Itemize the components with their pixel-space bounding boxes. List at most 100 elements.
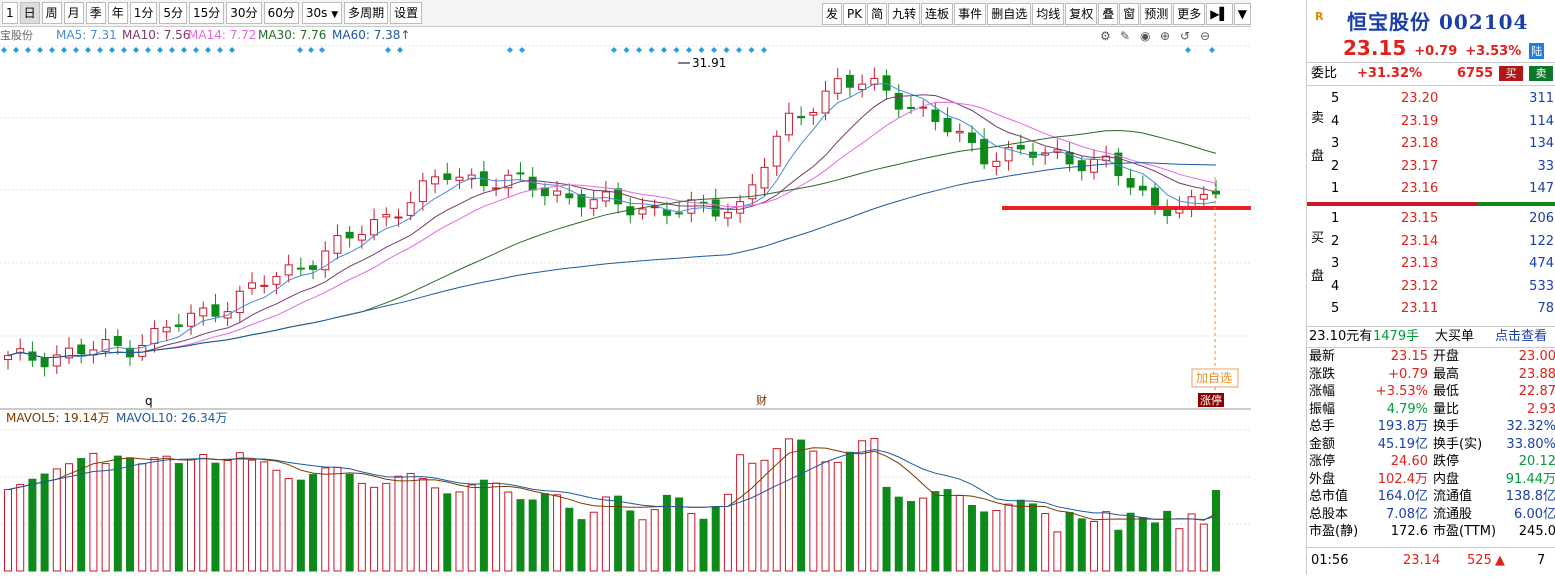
kline-chart[interactable]: 33.2927.8022.3016.7311.24328222031102X10… xyxy=(0,27,1300,575)
candle-up xyxy=(394,216,403,219)
sell-row[interactable]: 4 23.19 114 xyxy=(1307,113,1555,131)
event-marker-icon xyxy=(133,47,139,53)
sell-row[interactable]: 1 23.16 147 xyxy=(1307,180,1555,198)
order-price: 23.17 xyxy=(1401,158,1439,174)
sell-button[interactable]: 卖 xyxy=(1529,66,1553,81)
order-level: 1 xyxy=(1331,211,1340,226)
event-marker-icon xyxy=(73,47,79,53)
chart-tool-icon[interactable]: ↺ xyxy=(1180,29,1190,43)
quote-header: R 恒宝股份 002104 23.15 +0.79 +3.53% 陆 xyxy=(1307,0,1555,63)
buy-row[interactable]: 3 23.13 474 xyxy=(1307,255,1555,273)
buy-row[interactable]: 4 23.12 533 xyxy=(1307,278,1555,296)
period-button-7[interactable]: 5分 xyxy=(159,2,187,24)
event-marker-icon xyxy=(1,47,7,53)
tool-button-6[interactable]: 删自选 xyxy=(987,3,1032,25)
candle-down xyxy=(345,231,354,239)
buy-row[interactable]: 2 23.14 122 xyxy=(1307,233,1555,251)
tool-button-2[interactable]: 简 xyxy=(867,3,888,25)
volume-bar-up xyxy=(821,461,830,572)
r-mark-icon: R xyxy=(1315,10,1324,23)
order-price: 23.12 xyxy=(1401,278,1439,294)
more-chevron-icon[interactable]: ▼ xyxy=(1233,3,1251,25)
buy-button[interactable]: 买 xyxy=(1499,66,1523,81)
tick-vol: 525 xyxy=(1467,553,1492,568)
settings-button[interactable]: 设置 xyxy=(390,2,423,24)
event-marker-icon xyxy=(319,47,325,53)
tool-button-1[interactable]: PK xyxy=(843,3,867,25)
volume-bar-up xyxy=(1004,503,1013,572)
event-marker-icon xyxy=(37,47,43,53)
tool-button-4[interactable]: 连板 xyxy=(921,3,954,25)
stat-value: 4.79% xyxy=(1386,401,1428,417)
candle-up xyxy=(260,284,269,287)
period-button-5[interactable]: 年 xyxy=(107,2,128,24)
tool-button-8[interactable]: 复权 xyxy=(1065,3,1098,25)
candle-down xyxy=(296,267,305,270)
multi-period-button[interactable]: 多周期 xyxy=(344,2,389,24)
panel-toggle-icon[interactable]: ▶▌ xyxy=(1206,3,1233,25)
tool-button-11[interactable]: 预测 xyxy=(1140,3,1173,25)
candle-down xyxy=(675,212,684,215)
period-button-8[interactable]: 15分 xyxy=(189,2,225,24)
tool-button-9[interactable]: 叠 xyxy=(1098,3,1119,25)
sell-row[interactable]: 5 23.20 311 xyxy=(1307,90,1555,108)
chart-tool-icon[interactable]: ✎ xyxy=(1120,29,1130,43)
tool-button-5[interactable]: 事件 xyxy=(954,3,987,25)
period-button-2[interactable]: 周 xyxy=(41,2,62,24)
order-price: 23.20 xyxy=(1401,91,1439,106)
stat-value: 45.19亿 xyxy=(1377,436,1428,452)
volume-bar-down xyxy=(967,504,976,572)
tool-button-3[interactable]: 九转 xyxy=(888,3,921,25)
candle-down xyxy=(443,173,452,180)
candle-up xyxy=(455,176,464,181)
event-marker-icon xyxy=(623,47,630,53)
tool-button-12[interactable]: 更多 xyxy=(1173,3,1206,25)
chart-tool-icon[interactable]: ⚙ xyxy=(1100,29,1111,43)
candle-up xyxy=(760,166,769,189)
volume-bar-down xyxy=(126,457,135,572)
big-order-link[interactable]: 点击查看 xyxy=(1495,327,1547,347)
order-vol: 78 xyxy=(1537,301,1554,316)
sell-row[interactable]: 3 23.18 134 xyxy=(1307,135,1555,153)
add-favorite-button[interactable]: 加自选 xyxy=(1196,371,1232,385)
candle-up xyxy=(638,208,647,215)
order-price: 23.13 xyxy=(1401,256,1439,271)
order-level: 1 xyxy=(1331,181,1340,196)
stat-value: 138.8亿 xyxy=(1505,489,1555,504)
volume-bar-up xyxy=(1175,528,1184,572)
volume-bar-up xyxy=(748,462,757,572)
period-button-6[interactable]: 1分 xyxy=(129,2,158,24)
period-button-9[interactable]: 30分 xyxy=(226,2,262,24)
sell-row[interactable]: 2 23.17 33 xyxy=(1307,158,1555,176)
q-marker: q xyxy=(145,394,153,408)
candle-down xyxy=(1138,185,1147,191)
period-button-1[interactable]: 日 xyxy=(19,2,40,24)
buy-row[interactable]: 5 23.11 78 xyxy=(1307,300,1555,318)
candle-down xyxy=(882,75,891,91)
stat-label: 最低 xyxy=(1433,384,1460,399)
period-button-3[interactable]: 月 xyxy=(63,2,84,24)
period-button-10[interactable]: 60分 xyxy=(263,2,299,24)
volume-bar-down xyxy=(711,506,720,572)
tool-button-0[interactable]: 发 xyxy=(822,3,843,25)
stat-value: 7.08亿 xyxy=(1386,506,1428,522)
event-marker-icon xyxy=(145,47,151,53)
chart-tool-icon[interactable]: ⊕ xyxy=(1160,29,1170,43)
chart-tool-icon[interactable]: ⊖ xyxy=(1200,29,1210,43)
event-marker-icon xyxy=(661,47,667,53)
candle-down xyxy=(113,335,122,346)
chart-tool-icon[interactable]: ◉ xyxy=(1140,29,1150,43)
period-button-0[interactable]: 1 xyxy=(2,2,18,24)
stat-value: 164.0亿 xyxy=(1377,489,1428,504)
candle-up xyxy=(4,355,12,361)
period-dropdown[interactable]: 30s ▼ xyxy=(301,2,343,24)
volume-bar-down xyxy=(443,493,452,572)
candle-up xyxy=(772,135,781,167)
chart-svg[interactable]: 33.2927.8022.3016.7311.24328222031102X10… xyxy=(0,27,1300,575)
volume-bar-down xyxy=(882,486,891,572)
tool-button-10[interactable]: 窗 xyxy=(1119,3,1140,25)
event-marker-icon xyxy=(13,47,19,53)
tool-button-7[interactable]: 均线 xyxy=(1032,3,1065,25)
buy-row[interactable]: 1 23.15 206 xyxy=(1307,210,1555,228)
period-button-4[interactable]: 季 xyxy=(85,2,106,24)
